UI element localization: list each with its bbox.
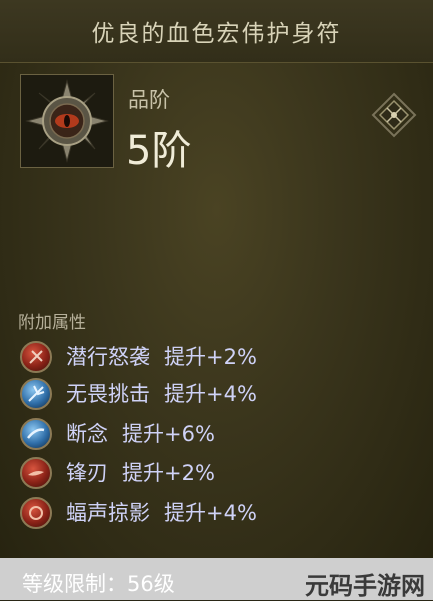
amulet-icon bbox=[20, 74, 114, 168]
affix-name: 潜行怒袭 bbox=[66, 345, 150, 369]
affix-bonus: 提升+4% bbox=[164, 501, 257, 525]
affix-name: 蝠声掠影 bbox=[66, 501, 150, 525]
title-bar: 优良的血色宏伟护身符 bbox=[0, 0, 433, 63]
red-orb-icon bbox=[20, 457, 52, 489]
blue-orb-icon bbox=[20, 418, 52, 450]
site-watermark: 元码手游网 bbox=[305, 572, 425, 600]
affix-name: 无畏挑击 bbox=[66, 382, 150, 406]
affix-bonus: 提升+4% bbox=[164, 382, 257, 406]
grade-value: 5阶 bbox=[126, 128, 192, 174]
affix-bonus: 提升+2% bbox=[122, 461, 215, 485]
level-requirement: 等级限制：56级 bbox=[22, 572, 175, 596]
red-orb-icon bbox=[20, 497, 52, 529]
affix-bonus: 提升+6% bbox=[122, 422, 215, 446]
compare-diamond-icon[interactable] bbox=[371, 92, 417, 138]
grade-label: 品阶 bbox=[128, 88, 170, 112]
item-tooltip: 优良的血色宏伟护身符 品阶 5阶 附加属性 潜行怒袭 提升+2% 无畏挑击 提升… bbox=[0, 0, 433, 600]
affix-name: 断念 bbox=[66, 422, 108, 446]
blue-orb-icon bbox=[20, 378, 52, 410]
affix-bonus: 提升+2% bbox=[164, 345, 257, 369]
red-orb-icon bbox=[20, 341, 52, 373]
affix-section-label: 附加属性 bbox=[18, 313, 86, 333]
item-name: 优良的血色宏伟护身符 bbox=[91, 21, 342, 47]
affix-name: 锋刃 bbox=[66, 461, 108, 485]
